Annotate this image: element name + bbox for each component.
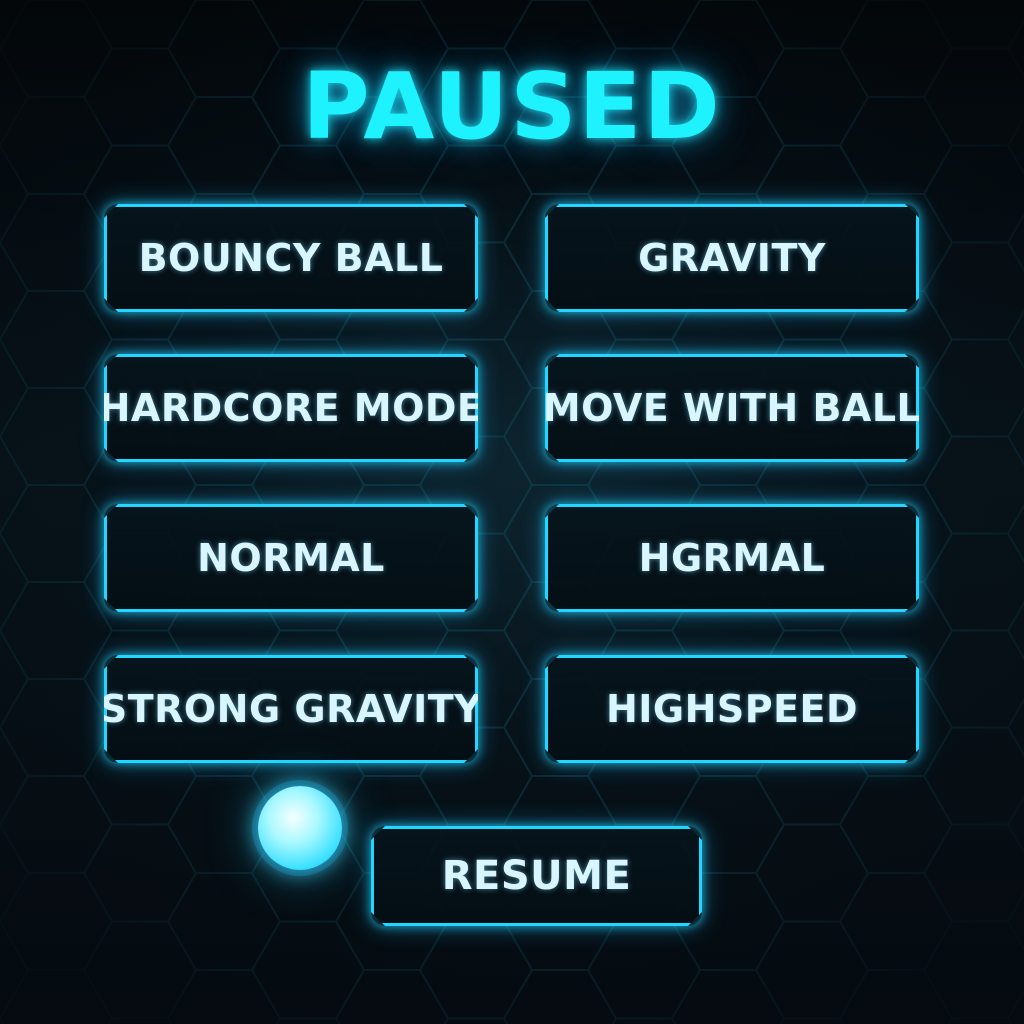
resume-button-label: RESUME (441, 853, 632, 899)
button-label: NORMAL (197, 536, 385, 580)
strong-gravity-button[interactable]: STRONG GRAVITY (104, 655, 478, 763)
button-label: GRAVITY (638, 236, 826, 280)
button-label: MOVE WITH BALL (542, 386, 922, 430)
button-label: HARDCORE MODE (98, 386, 484, 430)
normal-button[interactable]: NORMAL (104, 504, 478, 612)
hgrmal-button[interactable]: HGRMAL (545, 504, 919, 612)
button-label: HIGHSPEED (605, 687, 859, 731)
button-label: STRONG GRAVITY (99, 687, 483, 731)
paused-title: PAUSED (302, 53, 722, 160)
gravity-button[interactable]: GRAVITY (545, 204, 919, 312)
highspeed-button[interactable]: HIGHSPEED (545, 655, 919, 763)
button-label: BOUNCY BALL (138, 236, 444, 280)
hardcore-mode-button[interactable]: HARDCORE MODE (104, 354, 478, 462)
bouncy-ball-button[interactable]: BOUNCY BALL (104, 204, 478, 312)
move-with-ball-button[interactable]: MOVE WITH BALL (545, 354, 919, 462)
button-label: HGRMAL (638, 536, 826, 580)
resume-button[interactable]: RESUME (371, 826, 702, 926)
glowing-ball-icon (258, 786, 342, 870)
